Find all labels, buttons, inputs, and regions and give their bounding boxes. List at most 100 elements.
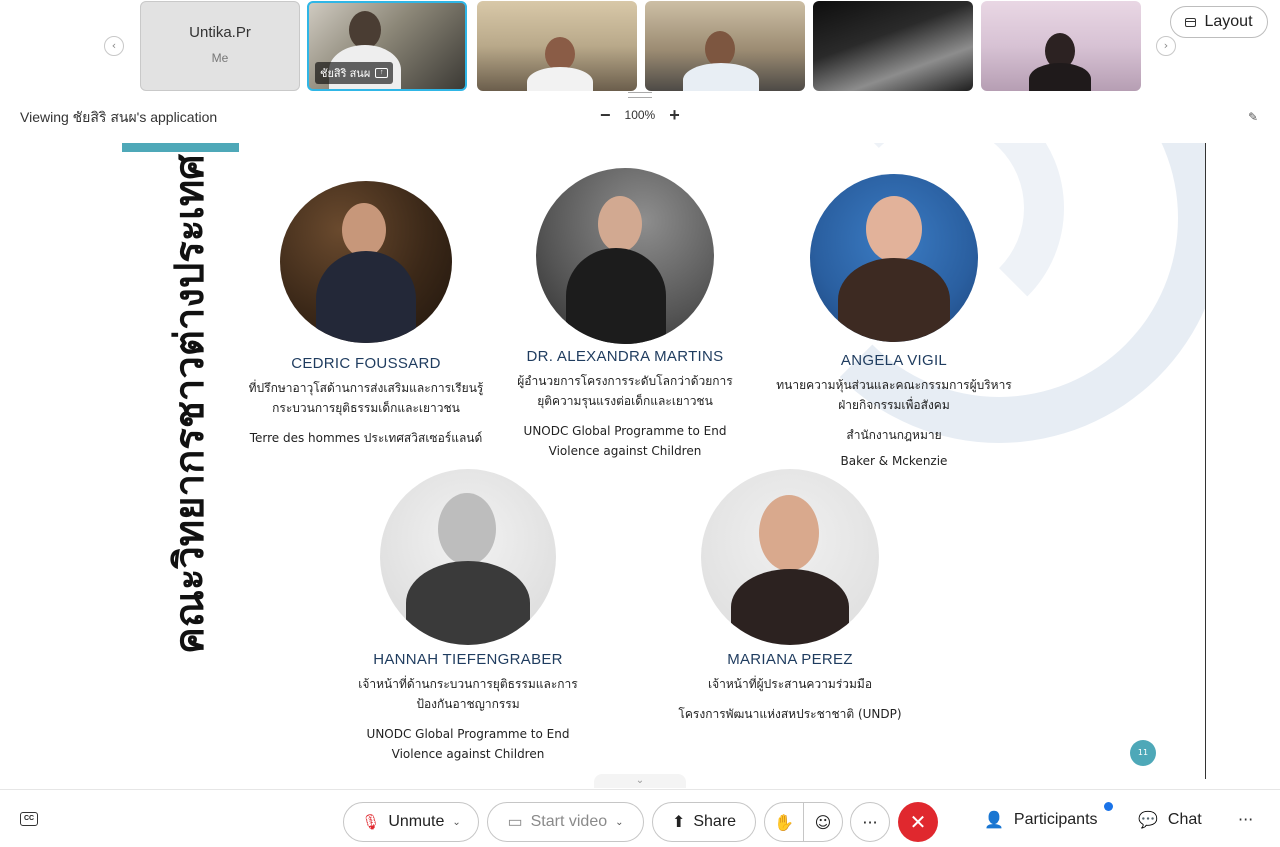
slide-accent-bar <box>122 143 239 152</box>
speaker-photo-body <box>838 258 950 342</box>
speaker-role: ทนายความหุ้นส่วนและคณะกรรมการผู้บริหารฝ่… <box>776 378 1012 412</box>
more-options-button[interactable]: ··· <box>850 802 890 842</box>
reactions-button[interactable]: ☺ <box>803 802 843 842</box>
speaker-card: HANNAH TIEFENGRABER เจ้าหน้าที่ด้านกระบว… <box>344 469 592 764</box>
speaker-photo-body <box>731 569 849 645</box>
speaker-card: MARIANA PEREZ เจ้าหน้าที่ผู้ประสานความร่… <box>654 469 926 724</box>
video-tile-participant-5[interactable] <box>813 1 973 91</box>
share-screen-icon: ⬆ <box>671 814 686 831</box>
participant-strip: ‹ Untika.Pr Me ชัยสิริ สนผ ↑ › Layout <box>0 0 1280 98</box>
speaker-role: ที่ปรึกษาอาวุโสด้านการส่งเสริมและการเรีย… <box>248 381 484 415</box>
chat-button[interactable]: 💬 Chat <box>1138 810 1202 830</box>
video-tile-participant-4[interactable] <box>645 1 805 91</box>
layout-button[interactable]: Layout <box>1170 6 1268 38</box>
ellipsis-icon: ··· <box>862 812 878 832</box>
participant-figure-body <box>1029 63 1091 91</box>
presenter-label: ชัยสิริ สนผ ↑ <box>315 62 394 84</box>
speaker-photo <box>701 469 879 645</box>
speaker-photo-head <box>759 495 819 571</box>
captions-button[interactable]: CC <box>20 812 38 826</box>
participant-figure <box>349 11 381 49</box>
speaker-card: DR. ALEXANDRA MARTINS ผู้อำนวยการโครงการ… <box>510 168 740 461</box>
chat-bubble-icon: 💬 <box>1138 812 1158 829</box>
speaker-card: CEDRIC FOUSSARD ที่ปรึกษาอาวุโสด้านการส่… <box>234 181 498 448</box>
speaker-photo-head <box>342 203 386 257</box>
overflow-menu-button[interactable]: ··· <box>1238 810 1253 829</box>
speaker-org: Terre des hommes ประเทศสวิสเซอร์แลนด์ <box>249 431 483 445</box>
end-call-button[interactable]: ✕ <box>898 802 938 842</box>
chevron-right-icon[interactable]: › <box>1156 36 1176 56</box>
zoom-controls: − 100% + <box>600 106 680 124</box>
slide-title-text: คณะวิทยากรชาวต่างประเทศ <box>167 154 213 654</box>
speaker-photo <box>810 174 978 342</box>
annotate-icon[interactable]: ✎ <box>1248 110 1258 124</box>
speaker-org: สำนักงานกฎหมาย <box>846 428 942 442</box>
chevron-left-icon[interactable]: ‹ <box>104 36 124 56</box>
participants-button[interactable]: 👤 Participants <box>984 810 1098 830</box>
video-tile-participant-6[interactable] <box>981 1 1141 91</box>
video-tile-active-presenter[interactable]: ชัยสิริ สนผ ↑ <box>307 1 467 91</box>
strip-resize-handle[interactable] <box>628 92 652 98</box>
notification-dot <box>1104 802 1113 811</box>
chevron-down-icon[interactable]: ⌄ <box>594 774 686 788</box>
video-tile-participant-3[interactable] <box>477 1 637 91</box>
self-video-tile[interactable]: Untika.Pr Me <box>140 1 300 91</box>
slide-page-number: 11 <box>1130 740 1156 766</box>
speaker-photo-body <box>406 561 530 645</box>
participant-figure <box>545 37 575 71</box>
video-off-icon: ▭ <box>507 814 523 831</box>
close-icon: ✕ <box>909 810 927 834</box>
screen-share-icon: ↑ <box>375 68 389 78</box>
participant-figure-body <box>683 63 759 91</box>
chat-label: Chat <box>1167 811 1202 828</box>
self-name: Untika.Pr <box>189 24 251 41</box>
self-sub-label: Me <box>211 51 229 65</box>
meeting-controls: CC 🎙 Unmute ⌄ ▭ Start video ⌄ ⬆ Share ✋ … <box>0 789 1280 847</box>
speaker-name: HANNAH TIEFENGRABER <box>373 651 563 668</box>
participant-figure-body <box>527 67 593 91</box>
speaker-card: ANGELA VIGIL ทนายความหุ้นส่วนและคณะกรรมก… <box>774 174 1014 471</box>
share-button[interactable]: ⬆ Share <box>652 802 756 842</box>
zoom-level: 100% <box>624 108 656 122</box>
viewing-label: Viewing ชัยสิริ สนผ's application <box>20 109 218 125</box>
chevron-down-icon[interactable]: ⌄ <box>615 817 623 828</box>
speaker-role: ผู้อำนวยการโครงการระดับโลกว่าด้วยการยุติ… <box>517 374 733 408</box>
share-label: Share <box>693 813 737 830</box>
hand-icon: ✋ <box>774 812 794 832</box>
chevron-down-icon[interactable]: ⌄ <box>452 817 460 828</box>
mic-muted-icon: 🎙 <box>361 814 381 831</box>
speaker-name: MARIANA PEREZ <box>727 651 853 668</box>
speaker-name: DR. ALEXANDRA MARTINS <box>526 348 724 365</box>
speaker-org: UNODC Global Programme to End Violence a… <box>523 424 727 458</box>
raise-hand-button[interactable]: ✋ <box>764 802 804 842</box>
start-video-label: Start video <box>530 813 608 830</box>
layout-icon <box>1185 17 1197 27</box>
speaker-photo-body <box>316 251 416 343</box>
speaker-photo-head <box>598 196 642 252</box>
speaker-photo <box>380 469 556 645</box>
speaker-org: โครงการพัฒนาแห่งสหประชาชาติ (UNDP) <box>678 707 902 721</box>
unmute-button[interactable]: 🎙 Unmute ⌄ <box>343 802 479 842</box>
unmute-label: Unmute <box>388 813 445 830</box>
shared-content-slide: คณะวิทยากรชาวต่างประเทศ CEDRIC FOUSSARD … <box>74 143 1206 779</box>
zoom-in-button[interactable]: + <box>669 106 680 124</box>
presenter-name: ชัยสิริ สนผ <box>320 68 371 80</box>
layout-button-label: Layout <box>1204 13 1253 30</box>
speaker-photo <box>536 168 714 344</box>
zoom-out-button[interactable]: − <box>600 106 611 124</box>
speaker-role: เจ้าหน้าที่ด้านกระบวนการยุติธรรมและการป้… <box>358 677 578 711</box>
speaker-photo-head <box>866 196 922 262</box>
speaker-photo-body <box>566 248 666 344</box>
speaker-photo-head <box>438 493 496 565</box>
speaker-org: UNODC Global Programme to End Violence a… <box>366 727 570 761</box>
participant-figure <box>705 31 735 67</box>
speaker-role: เจ้าหน้าที่ผู้ประสานความร่วมมือ <box>707 677 873 691</box>
person-icon: 👤 <box>984 812 1004 829</box>
speaker-name: ANGELA VIGIL <box>840 352 948 369</box>
start-video-button[interactable]: ▭ Start video ⌄ <box>487 802 644 842</box>
speaker-name: CEDRIC FOUSSARD <box>291 355 441 372</box>
speaker-photo <box>280 181 452 343</box>
smiley-icon: ☺ <box>814 812 832 832</box>
participants-label: Participants <box>1013 811 1098 828</box>
speaker-org-secondary: Baker & Mckenzie <box>840 454 948 468</box>
